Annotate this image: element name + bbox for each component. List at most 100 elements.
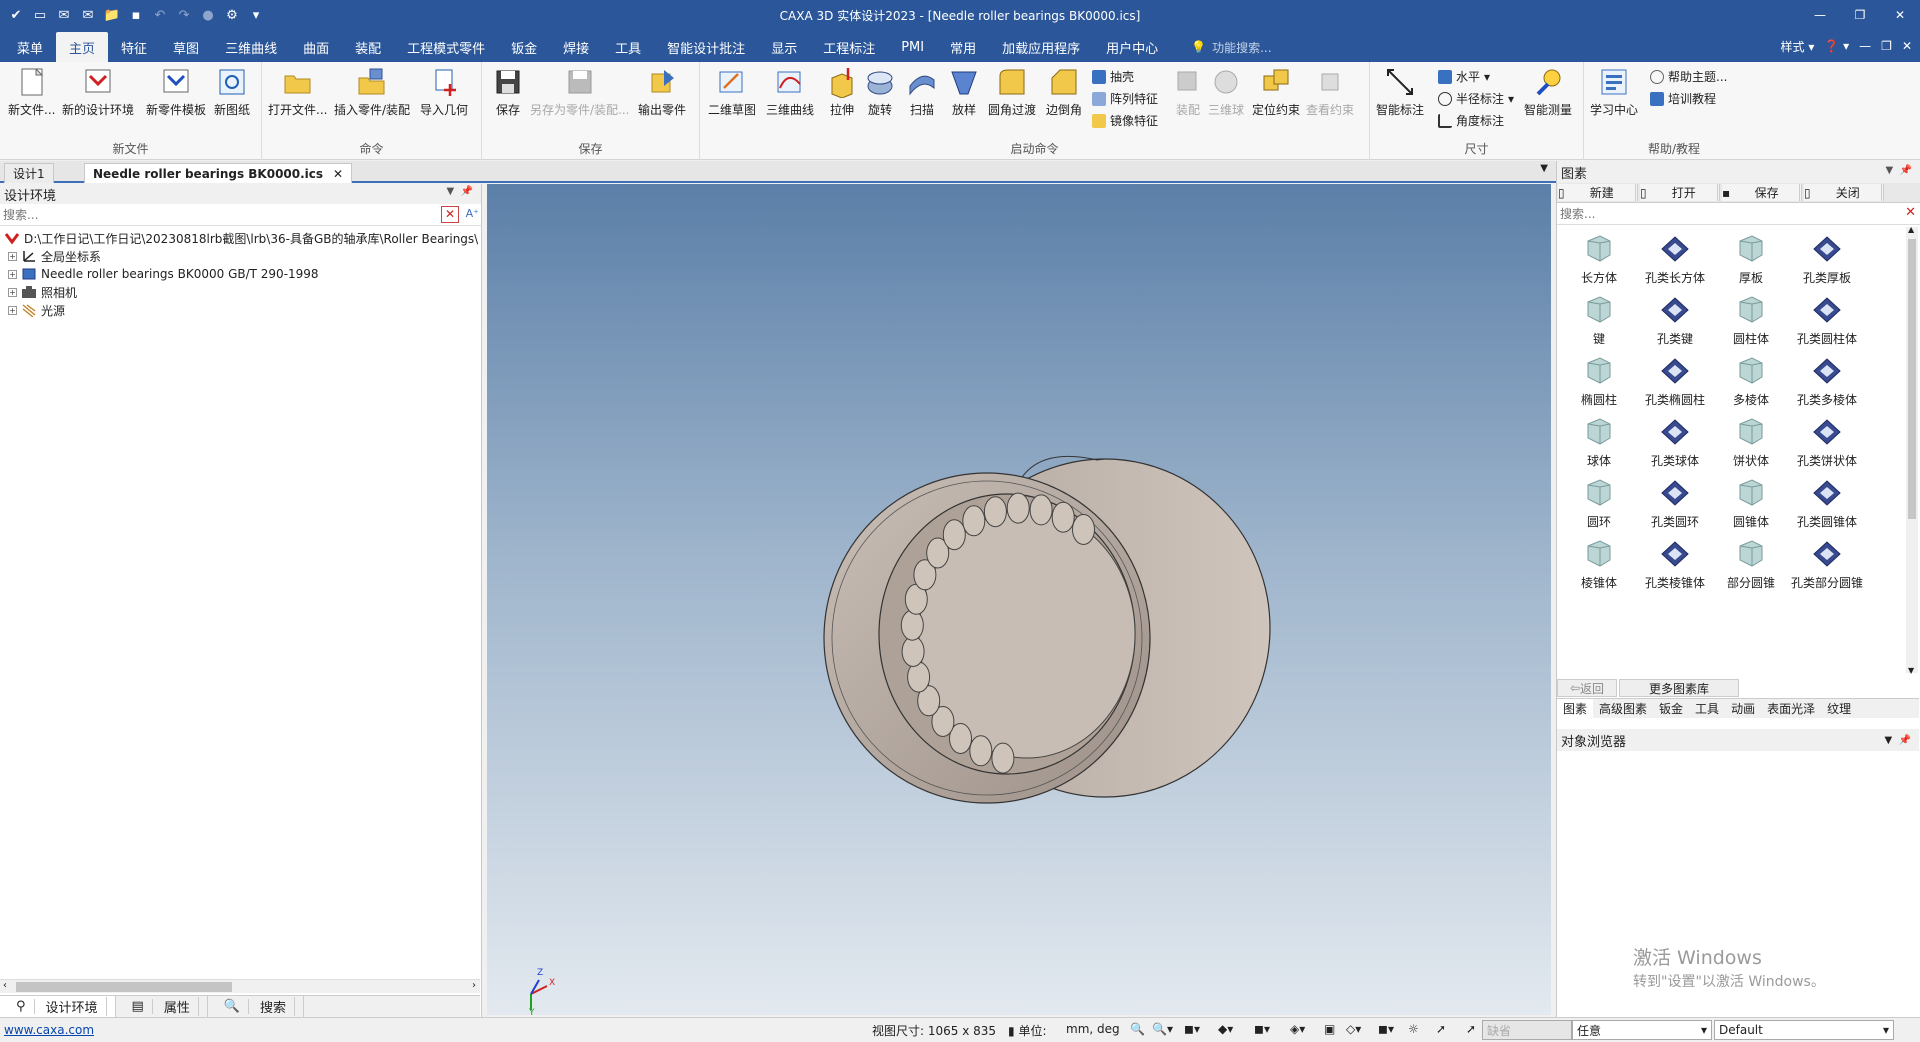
catalog-new-button[interactable]: ▯ 新建: [1558, 184, 1638, 201]
bearing-model[interactable]: [487, 184, 1551, 1015]
expand-icon[interactable]: +: [8, 269, 17, 279]
save-as-button[interactable]: 另存为零件/装配...: [530, 66, 630, 118]
catalog-pin-icon[interactable]: 📌: [1900, 165, 1912, 176]
shell-button[interactable]: 抽壳: [1092, 68, 1134, 85]
filter-select[interactable]: 缺省: [1482, 1020, 1572, 1040]
scroll-thumb[interactable]: [16, 982, 232, 992]
scroll-left-icon[interactable]: ‹: [3, 980, 7, 991]
tree-search-input[interactable]: [0, 204, 430, 225]
menu-tab-13[interactable]: 工程标注: [810, 32, 888, 62]
catalog-item[interactable]: 孔类圆柱体: [1789, 292, 1865, 347]
sketch-2d-button[interactable]: 二维草图: [708, 66, 756, 118]
catalog-scroll-down-icon[interactable]: ▼: [1908, 666, 1914, 675]
catalog-item[interactable]: 孔类长方体: [1637, 231, 1713, 286]
catalog-search-input[interactable]: [1557, 206, 1877, 221]
style-dropdown[interactable]: Default ▾: [1714, 1020, 1894, 1040]
scroll-right-icon[interactable]: ›: [472, 980, 476, 991]
radius-dimension-button[interactable]: 半径标注 ▾: [1438, 90, 1514, 107]
menu-tab-10[interactable]: 工具: [602, 32, 654, 62]
menu-tab-2[interactable]: 特征: [108, 32, 160, 62]
mail-icon[interactable]: ✉: [54, 5, 74, 25]
catalog-item[interactable]: 厚板: [1713, 231, 1789, 286]
object-browser-dropdown-icon[interactable]: ▼: [1884, 735, 1892, 746]
smart-dimension-button[interactable]: 智能标注: [1376, 66, 1424, 118]
menu-tab-16[interactable]: 加载应用程序: [989, 32, 1093, 62]
menu-tab-4[interactable]: 三维曲线: [212, 32, 290, 62]
zoom-icon[interactable]: 🔍: [1130, 1022, 1145, 1036]
triball-button[interactable]: 三维球: [1208, 66, 1244, 118]
wire-icon[interactable]: ▣: [1324, 1022, 1335, 1036]
catalog-clear-icon[interactable]: ✕: [1905, 205, 1916, 220]
catalog-item[interactable]: 孔类棱锥体: [1637, 536, 1713, 591]
undo-icon[interactable]: ↶: [150, 5, 170, 25]
tree-item-coordinate-system[interactable]: + 全局坐标系: [0, 247, 481, 265]
menu-tab-1[interactable]: 主页: [56, 32, 109, 62]
catalog-item[interactable]: 孔类球体: [1637, 414, 1713, 469]
new-drawing-button[interactable]: 新图纸: [214, 66, 250, 118]
catalog-scroll-up-icon[interactable]: ▲: [1908, 225, 1914, 234]
fillet-button[interactable]: 圆角过渡: [988, 66, 1036, 118]
horizontal-dimension-button[interactable]: 水平 ▾: [1438, 68, 1490, 85]
catalog-close-button[interactable]: ▯ 关闭: [1804, 184, 1884, 201]
menu-tab-14[interactable]: PMI: [888, 32, 937, 62]
pan-icon[interactable]: ◆▾: [1218, 1022, 1233, 1036]
catalog-tab-3[interactable]: 工具: [1689, 699, 1725, 718]
catalog-scroll-thumb[interactable]: [1908, 239, 1916, 519]
tree-root[interactable]: D:\工作日记\工作日记\20230818lrb截图\lrb\36-具备GB的轴…: [0, 229, 481, 247]
clear-search-icon[interactable]: ✕: [441, 206, 459, 223]
horizontal-scrollbar[interactable]: ‹ ›: [0, 979, 480, 993]
view-constraint-button[interactable]: 查看约束: [1306, 66, 1354, 118]
save-button[interactable]: 保存: [492, 66, 524, 118]
catalog-item[interactable]: 孔类厚板: [1789, 231, 1865, 286]
ortho-icon[interactable]: ◇▾: [1346, 1022, 1361, 1036]
menu-tab-11[interactable]: 智能设计批注: [654, 32, 758, 62]
select-mode-dropdown[interactable]: 任意 ▾: [1572, 1020, 1712, 1040]
catalog-item[interactable]: 部分圆锥: [1713, 536, 1789, 591]
pin-icon[interactable]: 📌: [461, 186, 473, 197]
view-orient-icon[interactable]: ◼▾: [1184, 1022, 1200, 1036]
import-geometry-button[interactable]: 导入几何: [420, 66, 468, 118]
expand-icon[interactable]: +: [8, 251, 17, 261]
redo-icon[interactable]: ↷: [174, 5, 194, 25]
mirror-feature-button[interactable]: 镜像特征: [1092, 112, 1158, 129]
new-icon[interactable]: ▭: [30, 5, 50, 25]
help-icon[interactable]: ❓ ▾: [1824, 39, 1849, 53]
help-topics-button[interactable]: 帮助主题...: [1650, 68, 1727, 85]
position-constraint-button[interactable]: 定位约束: [1252, 66, 1300, 118]
chamfer-button[interactable]: 边倒角: [1046, 66, 1082, 118]
search-options-icon[interactable]: A⁺: [466, 207, 479, 220]
tabs-dropdown-icon[interactable]: ▼: [1540, 163, 1548, 174]
pattern-feature-button[interactable]: 阵列特征: [1092, 90, 1158, 107]
catalog-item[interactable]: 孔类键: [1637, 292, 1713, 347]
minimize-button[interactable]: —: [1800, 0, 1840, 30]
tab-search[interactable]: 🔍 搜索: [208, 996, 305, 1017]
restore-button[interactable]: ❐: [1840, 0, 1880, 30]
pick-arrow-icon[interactable]: ➚: [1466, 1022, 1476, 1036]
tab-design-env[interactable]: ⚲ 设计环境: [0, 996, 116, 1017]
folder-icon[interactable]: 📁: [102, 5, 122, 25]
catalog-item[interactable]: 多棱体: [1713, 353, 1789, 408]
feature-search[interactable]: 💡 功能搜索...: [1171, 32, 1271, 62]
ribbon-restore-button[interactable]: ❐: [1881, 39, 1892, 53]
new-file-button[interactable]: 新文件...: [8, 66, 55, 118]
menu-tab-8[interactable]: 钣金: [498, 32, 550, 62]
catalog-tab-2[interactable]: 钣金: [1653, 699, 1689, 718]
logo-icon[interactable]: ✔: [6, 5, 26, 25]
menu-tab-5[interactable]: 曲面: [290, 32, 342, 62]
ribbon-minimize-button[interactable]: —: [1859, 39, 1871, 53]
catalog-item[interactable]: 棱锥体: [1561, 536, 1637, 591]
mail-open-icon[interactable]: ✉: [78, 5, 98, 25]
sweep-button[interactable]: 扫描: [906, 66, 938, 118]
catalog-item[interactable]: 键: [1561, 292, 1637, 347]
menu-tab-6[interactable]: 装配: [342, 32, 394, 62]
catalog-save-button[interactable]: ▪ 保存: [1722, 184, 1802, 201]
catalog-item[interactable]: 饼状体: [1713, 414, 1789, 469]
close-button[interactable]: ✕: [1880, 0, 1920, 30]
revolve-button[interactable]: 旋转: [864, 66, 896, 118]
catalog-back-button[interactable]: ⇦ 返回: [1557, 679, 1617, 697]
light-toggle-icon[interactable]: ☼: [1408, 1022, 1419, 1036]
catalog-item[interactable]: 孔类多棱体: [1789, 353, 1865, 408]
section-icon[interactable]: ◈▾: [1290, 1022, 1305, 1036]
open-file-button[interactable]: 打开文件...: [268, 66, 327, 118]
loft-button[interactable]: 放样: [948, 66, 980, 118]
